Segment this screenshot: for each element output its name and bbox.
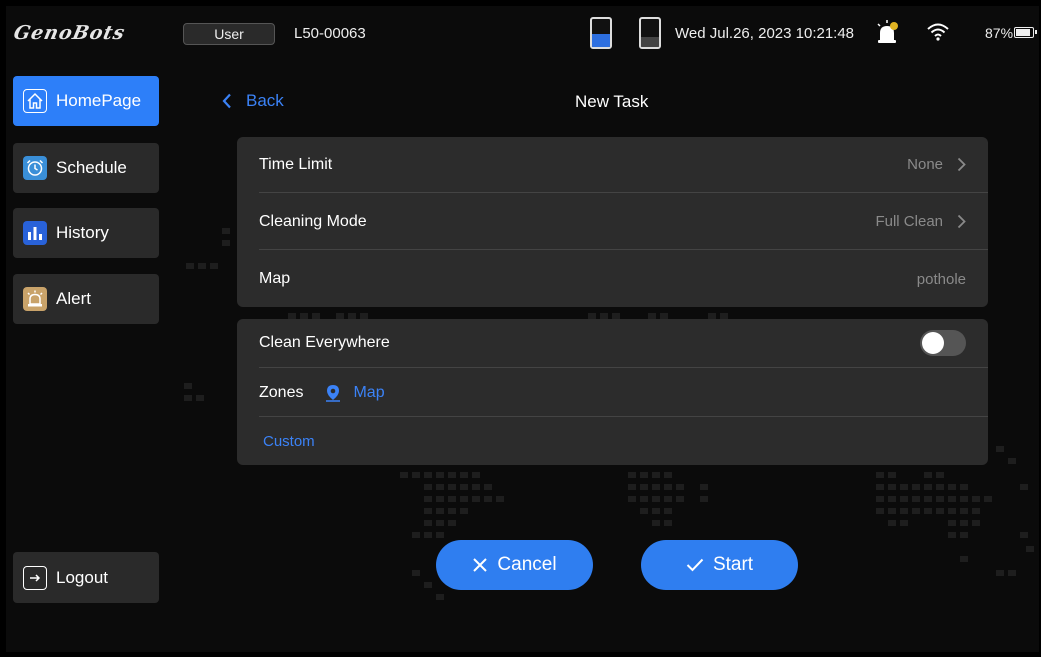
zones-row: Zones Map xyxy=(259,369,988,417)
zones-map-link-label: Map xyxy=(353,383,385,401)
home-icon xyxy=(23,89,47,113)
cleaning-mode-value: Full Clean xyxy=(875,213,943,230)
logout-label: Logout xyxy=(56,567,108,587)
battery-percent: 87% xyxy=(985,25,1014,41)
sidebar-item-label: Alert xyxy=(56,289,91,308)
zones-card: Clean Everywhere Zones Map Custom xyxy=(237,319,988,465)
page-title: New Task xyxy=(575,92,649,111)
map-label: Map xyxy=(259,270,291,287)
task-settings-card: Time Limit None Cleaning Mode Full Clean… xyxy=(237,137,988,307)
alarm-light-icon xyxy=(23,287,47,311)
chevron-left-icon xyxy=(222,93,231,109)
start-button[interactable]: Start xyxy=(641,540,798,590)
datetime: Wed Jul.26, 2023 10:21:48 xyxy=(675,25,855,42)
clean-everywhere-toggle[interactable] xyxy=(920,330,966,356)
toggle-knob xyxy=(922,332,944,354)
map-row: Map pothole xyxy=(259,251,988,307)
start-label: Start xyxy=(712,554,754,575)
alarm-clock-icon xyxy=(23,156,47,180)
zones-map-link[interactable]: Map xyxy=(325,383,385,402)
custom-zone-link[interactable]: Custom xyxy=(263,433,315,450)
time-limit-value: None xyxy=(907,156,943,173)
logout-icon xyxy=(23,565,47,590)
close-icon xyxy=(473,558,488,572)
status-bar: GenoBots User L50-00063 Wed Jul.26, 2023… xyxy=(6,6,1039,62)
sidebar-item-label: History xyxy=(56,223,109,242)
alarm-bell-icon[interactable] xyxy=(876,20,898,44)
map-value: pothole xyxy=(916,270,966,288)
sidebar-item-history[interactable]: History xyxy=(13,208,159,258)
time-limit-row[interactable]: Time Limit None xyxy=(259,137,988,193)
chevron-right-icon xyxy=(957,157,966,172)
zones-label: Zones xyxy=(259,383,304,401)
wifi-icon xyxy=(927,23,949,41)
clean-everywhere-row: Clean Everywhere xyxy=(259,319,988,368)
device-id: L50-00063 xyxy=(294,25,366,42)
sidebar-item-label: HomePage xyxy=(56,91,142,110)
dirty-water-tank-icon xyxy=(639,17,661,49)
sidebar-item-homepage[interactable]: HomePage xyxy=(13,76,159,126)
bar-chart-icon xyxy=(23,221,47,245)
sidebar-item-alert[interactable]: Alert xyxy=(13,274,159,324)
cleaning-mode-label: Cleaning Mode xyxy=(259,212,367,230)
chevron-right-icon xyxy=(957,214,966,229)
checkmark-icon xyxy=(686,558,704,572)
custom-row: Custom xyxy=(237,418,988,465)
cleaning-mode-row[interactable]: Cleaning Mode Full Clean xyxy=(259,194,988,250)
sidebar-item-label: Schedule xyxy=(56,158,127,177)
clean-water-tank-icon xyxy=(590,17,612,49)
app-screen: GenoBots User L50-00063 Wed Jul.26, 2023… xyxy=(6,6,1039,652)
map-pin-icon xyxy=(326,384,341,402)
back-button[interactable]: Back xyxy=(222,91,284,111)
back-label: Back xyxy=(246,91,284,110)
battery-icon xyxy=(1014,27,1037,38)
cancel-label: Cancel xyxy=(497,554,557,575)
cancel-button[interactable]: Cancel xyxy=(436,540,593,590)
clean-everywhere-label: Clean Everywhere xyxy=(259,334,390,351)
sidebar-item-schedule[interactable]: Schedule xyxy=(13,143,159,193)
brand-logo: GenoBots xyxy=(11,22,128,44)
logout-button[interactable]: Logout xyxy=(13,552,159,603)
time-limit-label: Time Limit xyxy=(259,155,333,173)
user-role-badge[interactable]: User xyxy=(183,23,275,45)
